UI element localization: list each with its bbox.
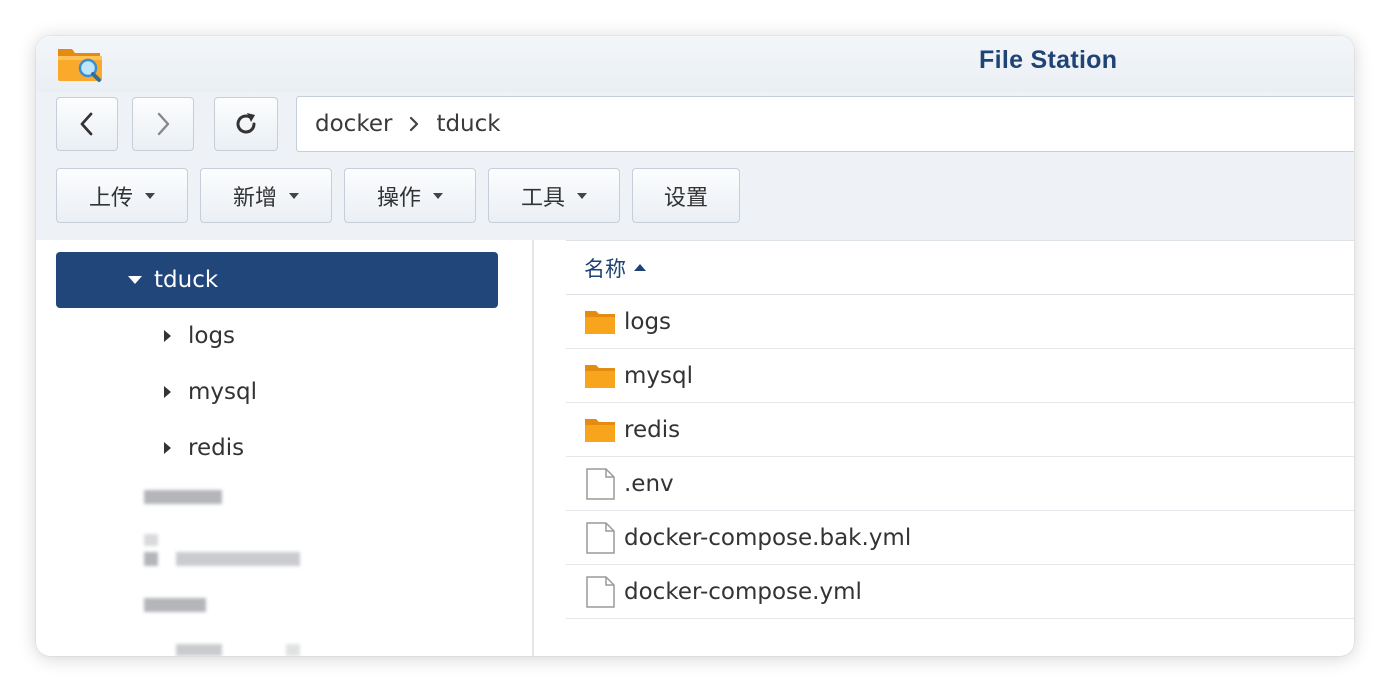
redacted-tree-item bbox=[144, 534, 158, 546]
tree-item-mysql[interactable]: mysql bbox=[36, 372, 257, 412]
folder-icon bbox=[584, 306, 616, 338]
file-name: docker-compose.yml bbox=[624, 578, 862, 605]
chevron-right-icon bbox=[157, 112, 170, 136]
file-name: docker-compose.bak.yml bbox=[624, 524, 912, 551]
path-bar[interactable]: docker tduck bbox=[296, 96, 1354, 152]
tree-item-logs[interactable]: logs bbox=[36, 316, 235, 356]
redacted-tree-item bbox=[144, 598, 206, 612]
refresh-icon bbox=[236, 113, 256, 134]
file-name: logs bbox=[624, 308, 672, 335]
folder-icon bbox=[584, 414, 616, 446]
file-row-mysql[interactable]: mysql bbox=[566, 349, 1354, 403]
settings-button-label: 设置 bbox=[663, 185, 708, 211]
file-list: 名称 logs mysql redis .env docker-compose.… bbox=[566, 240, 1354, 656]
breadcrumb-separator-icon bbox=[408, 115, 420, 133]
back-button[interactable] bbox=[56, 97, 118, 151]
column-header-label: 名称 bbox=[584, 256, 626, 281]
file-name: .env bbox=[624, 470, 674, 497]
file-name: mysql bbox=[624, 362, 693, 389]
breadcrumb-docker[interactable]: docker bbox=[315, 111, 392, 137]
file-name: redis bbox=[624, 416, 681, 443]
tree-item-label: tduck bbox=[154, 267, 219, 293]
tools-button[interactable]: 工具 bbox=[488, 168, 620, 223]
expand-triangle-icon[interactable] bbox=[128, 276, 142, 284]
file-station-app-icon bbox=[58, 49, 102, 82]
settings-button[interactable]: 设置 bbox=[632, 168, 740, 223]
column-header-name[interactable]: 名称 bbox=[566, 240, 1354, 295]
file-row-docker-compose[interactable]: docker-compose.yml bbox=[566, 565, 1354, 619]
file-station-window: File Station docker tduck 上传 新增 操作 工具 设置… bbox=[36, 36, 1354, 656]
caret-down-icon bbox=[289, 192, 299, 199]
redacted-tree-item bbox=[176, 552, 300, 566]
file-row-logs[interactable]: logs bbox=[566, 295, 1354, 349]
tree-item-label: redis bbox=[188, 435, 245, 461]
breadcrumb-tduck[interactable]: tduck bbox=[436, 111, 500, 137]
action-button[interactable]: 操作 bbox=[344, 168, 476, 223]
redacted-tree-item bbox=[176, 644, 222, 656]
upload-button-label: 上传 bbox=[88, 185, 133, 211]
caret-down-icon bbox=[145, 192, 155, 199]
upload-button[interactable]: 上传 bbox=[56, 168, 188, 223]
tools-button-label: 工具 bbox=[520, 185, 565, 211]
redacted-tree-item bbox=[286, 644, 300, 656]
pane-splitter[interactable] bbox=[532, 240, 534, 656]
create-button[interactable]: 新增 bbox=[200, 168, 332, 223]
file-row-redis[interactable]: redis bbox=[566, 403, 1354, 457]
caret-down-icon bbox=[433, 192, 443, 199]
caret-down-icon bbox=[577, 192, 587, 199]
file-icon bbox=[584, 575, 616, 608]
redacted-tree-item bbox=[144, 490, 222, 504]
forward-button[interactable] bbox=[132, 97, 194, 151]
file-row-docker-compose-bak[interactable]: docker-compose.bak.yml bbox=[566, 511, 1354, 565]
folder-tree: tduck logs mysql redis bbox=[36, 240, 534, 656]
tree-item-redis[interactable]: redis bbox=[36, 428, 244, 468]
action-button-label: 操作 bbox=[376, 185, 421, 211]
collapse-triangle-icon[interactable] bbox=[164, 330, 171, 342]
tree-item-tduck[interactable]: tduck bbox=[56, 252, 498, 308]
create-button-label: 新增 bbox=[232, 185, 277, 211]
app-title: File Station bbox=[979, 46, 1118, 74]
collapse-triangle-icon[interactable] bbox=[164, 442, 171, 454]
tree-item-label: logs bbox=[188, 323, 236, 349]
file-row-env[interactable]: .env bbox=[566, 457, 1354, 511]
collapse-triangle-icon[interactable] bbox=[164, 386, 171, 398]
refresh-button[interactable] bbox=[214, 97, 278, 151]
chevron-left-icon bbox=[80, 112, 93, 136]
folder-icon bbox=[584, 360, 616, 392]
file-icon bbox=[584, 467, 616, 500]
file-icon bbox=[584, 521, 616, 554]
redacted-tree-item bbox=[144, 552, 158, 566]
sort-ascending-icon bbox=[634, 264, 646, 271]
tree-item-label: mysql bbox=[188, 379, 257, 405]
title-bar[interactable]: File Station bbox=[36, 36, 1354, 92]
